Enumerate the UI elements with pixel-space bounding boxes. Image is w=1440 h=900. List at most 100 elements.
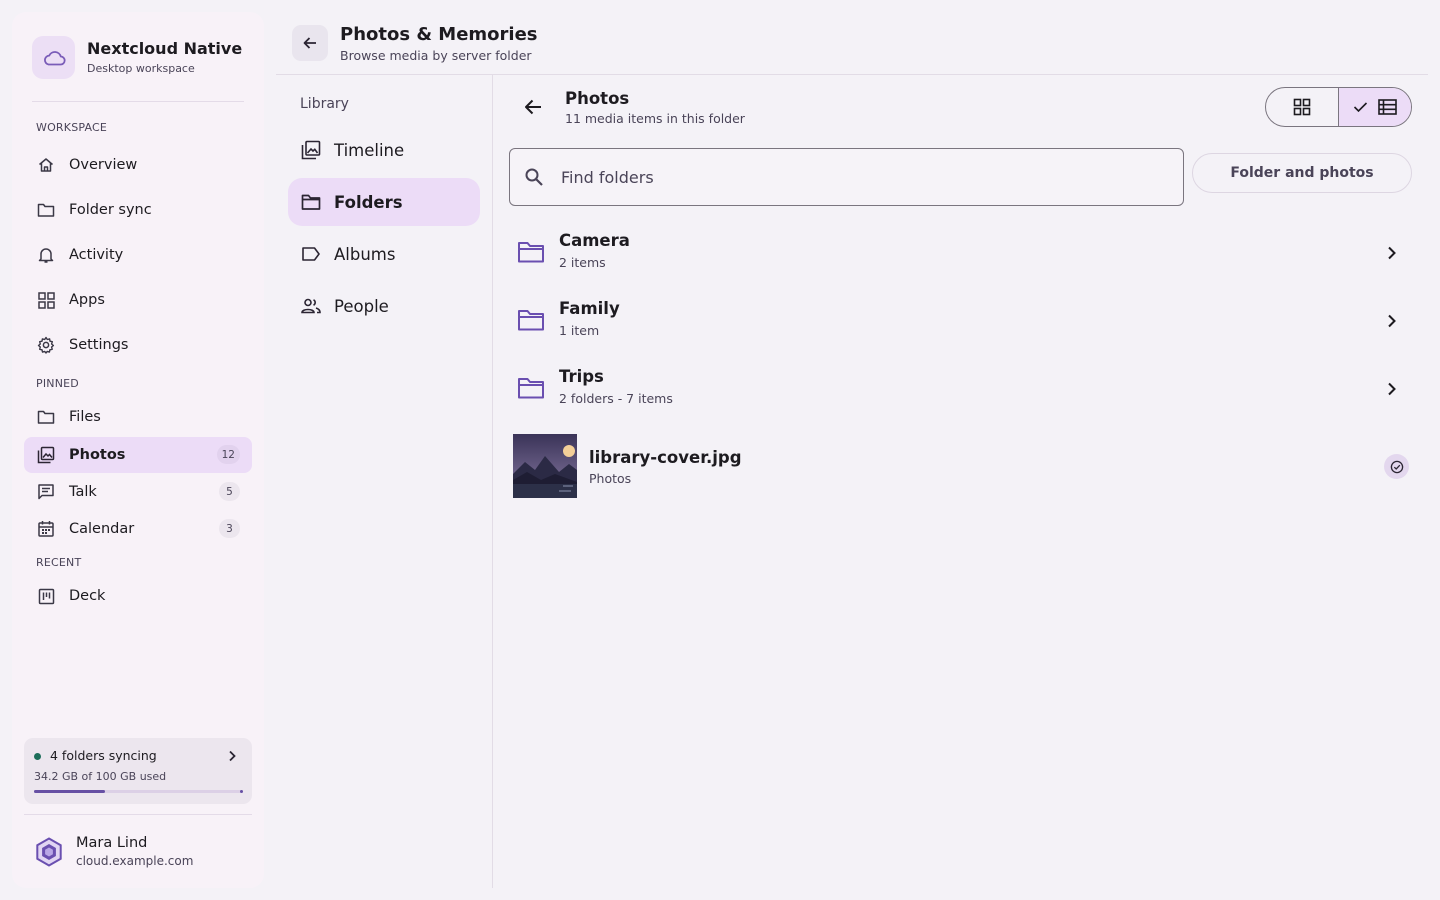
nav-item-deck[interactable]: Deck <box>24 578 252 614</box>
count-badge: 12 <box>216 445 240 464</box>
list-view-button[interactable] <box>1338 88 1411 126</box>
chevron-right-icon <box>1382 244 1400 262</box>
home-icon <box>36 155 56 175</box>
folder-icon <box>36 200 56 220</box>
media-meta: Photos <box>589 471 632 486</box>
photo-thumbnail <box>513 434 577 498</box>
folder-meta: 1 item <box>559 323 600 338</box>
library-item-albums[interactable]: Albums <box>288 230 480 278</box>
divider <box>24 814 252 815</box>
nav-item-label: Calendar <box>69 521 135 537</box>
sync-status-dot <box>34 753 41 760</box>
folder-row-camera[interactable]: Camera 2 items <box>509 222 1412 286</box>
folder-icon <box>301 192 321 212</box>
media-row-library-cover[interactable]: library-cover.jpg Photos <box>509 434 1412 498</box>
chevron-right-icon <box>1382 380 1400 398</box>
library-item-label: Timeline <box>334 140 405 160</box>
storage-progress-end <box>240 790 243 793</box>
people-icon <box>301 296 321 316</box>
check-icon <box>1353 101 1368 113</box>
photo-library-icon <box>36 445 56 465</box>
nav-item-label: Activity <box>69 247 124 263</box>
chevron-right-icon <box>224 748 240 764</box>
label-icon <box>301 244 321 264</box>
folder-name: Family <box>559 299 620 318</box>
nav-item-settings[interactable]: Settings <box>24 327 252 363</box>
nav-item-talk[interactable]: Talk 5 <box>24 474 252 510</box>
storage-progress-fill <box>34 790 106 793</box>
folder-icon <box>517 376 545 400</box>
library-item-folders[interactable]: Folders <box>288 178 480 226</box>
nav-item-label: Photos <box>69 447 126 463</box>
nav-item-apps[interactable]: Apps <box>24 282 252 318</box>
app-sidebar: Nextcloud Native Desktop workspace WORKS… <box>12 12 264 888</box>
nav-item-label: Apps <box>69 292 105 308</box>
library-item-people[interactable]: People <box>288 282 480 330</box>
filter-folder-and-photos-button[interactable]: Folder and photos <box>1192 153 1412 193</box>
folder-icon <box>517 240 545 264</box>
divider <box>276 74 1428 75</box>
gear-icon <box>36 335 56 355</box>
folder-row-family[interactable]: Family 1 item <box>509 290 1412 354</box>
section-label-workspace: WORKSPACE <box>36 121 108 134</box>
page-subtitle: Browse media by server folder <box>340 48 532 63</box>
arrow-left-icon <box>523 97 543 117</box>
folder-subtitle: 11 media items in this folder <box>565 111 745 126</box>
cloud-logo-icon <box>32 36 75 79</box>
user-account[interactable]: Mara Lind cloud.example.com <box>34 834 193 869</box>
brand: Nextcloud Native Desktop workspace <box>32 36 242 79</box>
folder-meta: 2 folders - 7 items <box>559 391 673 406</box>
folder-name: Trips <box>559 367 604 386</box>
section-label-recent: RECENT <box>36 556 82 569</box>
arrow-left-icon <box>302 35 318 51</box>
folder-back-button[interactable] <box>518 92 548 122</box>
sync-status-card[interactable]: 4 folders syncing 34.2 GB of 100 GB used <box>24 738 252 804</box>
chat-icon <box>36 482 56 502</box>
divider <box>32 101 244 102</box>
app-subtitle: Desktop workspace <box>87 62 195 75</box>
user-server: cloud.example.com <box>76 854 194 868</box>
media-name: library-cover.jpg <box>589 448 742 467</box>
library-item-label: People <box>334 296 389 316</box>
view-mode-toggle <box>1265 87 1412 127</box>
header-back-button[interactable] <box>292 25 328 61</box>
count-badge: 3 <box>219 519 240 538</box>
section-label-pinned: PINNED <box>36 377 79 390</box>
nav-item-calendar[interactable]: Calendar 3 <box>24 511 252 547</box>
grid-view-button[interactable] <box>1266 88 1338 126</box>
nav-item-overview[interactable]: Overview <box>24 147 252 183</box>
library-title: Library <box>300 96 349 112</box>
apps-grid-icon <box>36 290 56 310</box>
chevron-right-icon <box>1382 312 1400 330</box>
sync-title: 4 folders syncing <box>50 748 157 763</box>
nav-item-activity[interactable]: Activity <box>24 237 252 273</box>
nav-item-files[interactable]: Files <box>24 399 252 435</box>
bell-icon <box>36 245 56 265</box>
nav-item-label: Folder sync <box>69 202 152 218</box>
list-view-icon <box>1378 99 1397 115</box>
storage-usage: 34.2 GB of 100 GB used <box>34 770 167 783</box>
search-input[interactable] <box>561 149 1161 205</box>
nav-item-label: Files <box>69 409 101 425</box>
page-title: Photos & Memories <box>340 24 538 45</box>
folder-row-trips[interactable]: Trips 2 folders - 7 items <box>509 358 1412 422</box>
user-name: Mara Lind <box>76 835 148 851</box>
folder-icon <box>36 407 56 427</box>
nav-item-label: Talk <box>69 484 97 500</box>
nav-item-folder-sync[interactable]: Folder sync <box>24 192 252 228</box>
storage-progress-bar <box>34 790 243 793</box>
deck-board-icon <box>36 586 56 606</box>
count-badge: 5 <box>219 482 240 501</box>
nav-item-photos[interactable]: Photos 12 <box>24 437 252 473</box>
grid-view-icon <box>1293 98 1311 116</box>
folder-meta: 2 items <box>559 255 606 270</box>
library-item-label: Folders <box>334 192 403 212</box>
library-item-label: Albums <box>334 244 396 264</box>
selected-check-icon[interactable] <box>1384 454 1409 479</box>
divider <box>492 75 493 888</box>
library-item-timeline[interactable]: Timeline <box>288 126 480 174</box>
folder-title: Photos <box>565 89 630 108</box>
folder-icon <box>517 308 545 332</box>
photo-library-icon <box>301 140 321 160</box>
folder-search <box>509 148 1184 206</box>
